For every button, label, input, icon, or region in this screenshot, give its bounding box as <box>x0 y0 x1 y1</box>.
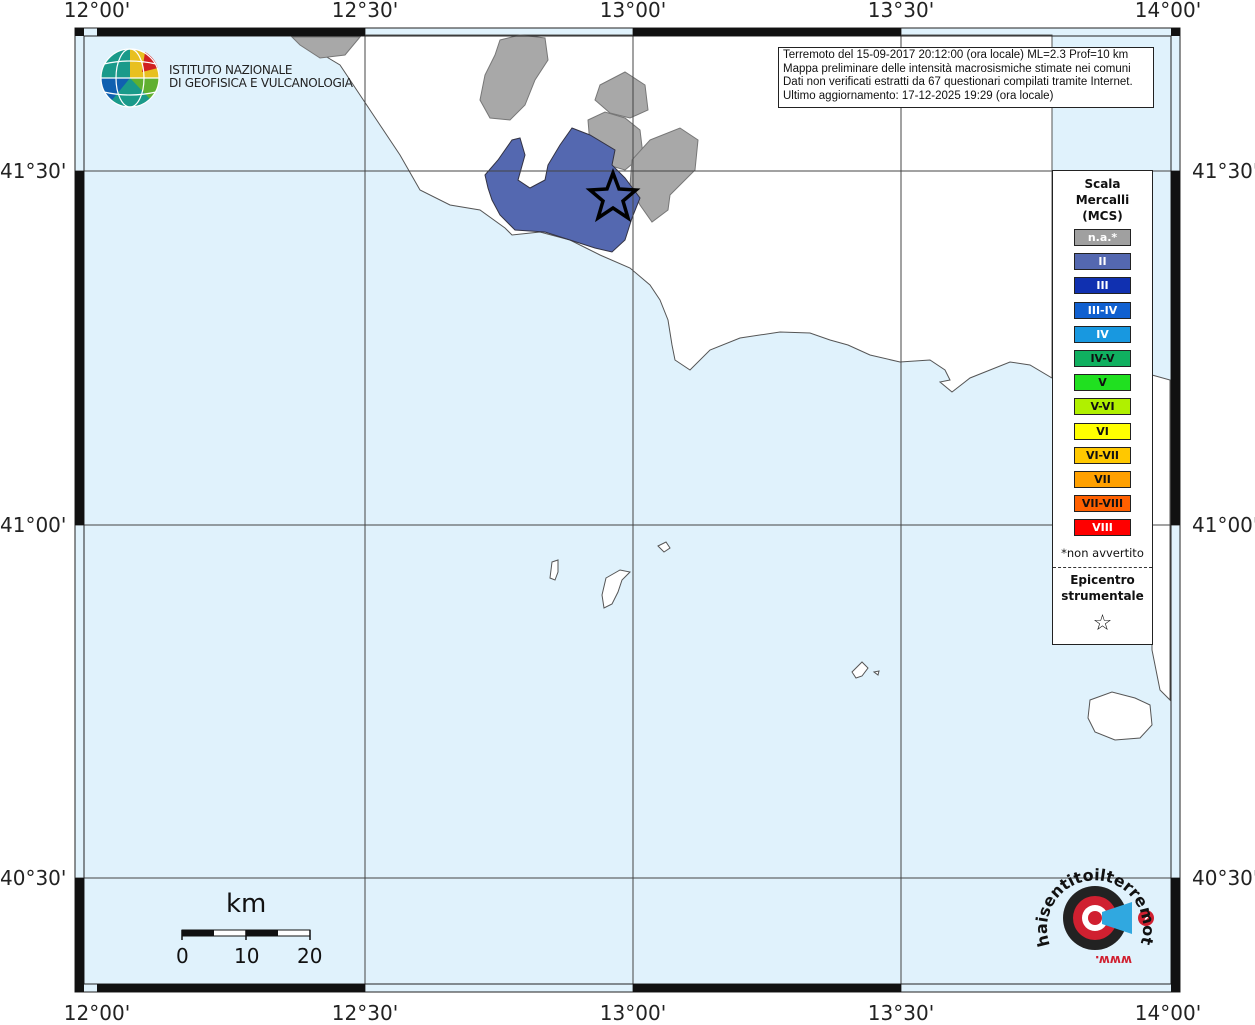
lon-label-bottom-3: 13°00' <box>599 1001 667 1025</box>
legend-swatch: VIII <box>1074 519 1131 537</box>
legend-swatch: V-VI <box>1074 398 1131 416</box>
scale-tick-10: 10 <box>234 944 260 968</box>
lat-label-right-2: 41°00' <box>1192 513 1255 537</box>
legend-epicenter-line1: Epicentro <box>1070 573 1135 587</box>
institute-name-line2: DI GEOFISICA E VULCANOLOGIA <box>169 76 353 90</box>
legend-swatch: n.a.* <box>1074 229 1131 246</box>
lat-label-left-3: 40°30' <box>0 866 67 890</box>
legend-title-line1: Scala <box>1084 177 1121 191</box>
legend-swatch: III <box>1074 277 1131 295</box>
scale-tick-0: 0 <box>176 944 189 968</box>
lat-label-right-1: 41°30' <box>1192 159 1255 183</box>
lon-label-bottom-2: 12°30' <box>331 1001 399 1025</box>
lon-label-bottom-5: 14°00' <box>1134 1001 1202 1025</box>
legend-swatch: VI-VII <box>1074 446 1131 464</box>
lon-label-bottom-4: 13°30' <box>867 1001 935 1025</box>
legend-title-line2: Mercalli <box>1075 193 1130 207</box>
haisentito-logo: ? haisentitoilterremoto.it www. <box>1030 860 1158 967</box>
ingv-globe-icon <box>100 48 160 108</box>
legend-swatch: IV <box>1074 325 1131 343</box>
event-info-line3: Dati non verificati estratti da 67 quest… <box>783 76 1133 88</box>
event-info-line2: Mappa preliminare delle intensità macros… <box>783 62 1131 75</box>
legend-title-line3: (MCS) <box>1082 209 1123 223</box>
legend-swatch: IV-V <box>1074 350 1131 367</box>
mainland-land-east <box>1151 374 1171 702</box>
lon-label-top-3: 13°00' <box>599 0 667 22</box>
legend-swatch: VI <box>1074 422 1131 440</box>
legend-note: *non avvertito <box>1061 546 1144 560</box>
legend-swatch: VII <box>1074 471 1131 488</box>
lon-label-top-2: 12°30' <box>331 0 399 22</box>
legend-swatch: II <box>1074 253 1131 271</box>
lon-label-top-1: 12°00' <box>63 0 131 22</box>
lat-label-left-1: 41°30' <box>0 159 67 183</box>
legend-epicenter-line2: strumentale <box>1061 589 1144 603</box>
intensity-legend: Scala Mercalli (MCS) n.a.* II III III-IV IV I… <box>1052 170 1153 645</box>
legend-swatch: V <box>1074 374 1131 392</box>
lon-label-top-4: 13°30' <box>867 0 935 22</box>
scale-tick-20: 20 <box>297 944 323 968</box>
lon-label-top-5: 14°00' <box>1134 0 1202 22</box>
legend-separator <box>1053 567 1152 568</box>
lon-label-bottom-1: 12°00' <box>63 1001 131 1025</box>
lat-label-left-2: 41°00' <box>0 513 67 537</box>
legend-swatch: VII-VIII <box>1074 495 1131 513</box>
lat-label-right-3: 40°30' <box>1192 866 1255 890</box>
scale-unit: km <box>226 889 267 919</box>
event-info-line4: Ultimo aggiornamento: 17-12-2025 19:29 (… <box>783 89 1054 102</box>
legend-title: Scala Mercalli (MCS) <box>1053 176 1152 224</box>
brand-prefix: www. <box>1095 953 1132 967</box>
event-info-box: Terremoto del 15-09-2017 20:12:00 (ora l… <box>778 47 1154 108</box>
institute-name: ISTITUTO NAZIONALE DI GEOFISICA E VULCAN… <box>169 64 353 90</box>
legend-swatch: III-IV <box>1074 301 1131 319</box>
legend-epicenter-label: Epicentro strumentale <box>1053 572 1152 604</box>
event-info-line1: Terremoto del 15-09-2017 20:12:00 (ora l… <box>783 49 1129 61</box>
legend-star-icon: ☆ <box>1092 611 1113 636</box>
